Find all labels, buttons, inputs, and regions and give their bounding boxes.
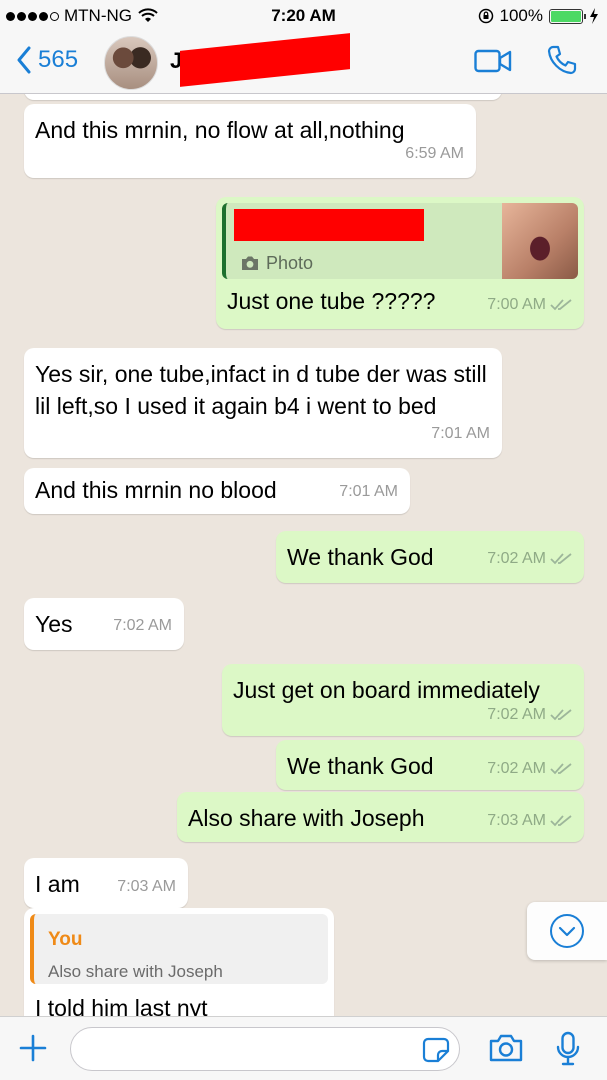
- back-button[interactable]: 565: [16, 46, 78, 74]
- chat-area[interactable]: And this mrnin, no flow at all,nothing 6…: [0, 94, 607, 1016]
- message-meta: 7:00 AM: [487, 289, 572, 321]
- message-meta: 7:02 AM: [487, 699, 572, 731]
- avatar[interactable]: [104, 36, 158, 90]
- phone-icon: [547, 45, 577, 75]
- message-meta: 7:01 AM: [431, 418, 490, 450]
- attach-button[interactable]: [18, 1033, 48, 1068]
- message-bubble[interactable]: Photo Just one tube ????? 7:00 AM: [216, 197, 584, 329]
- camera-icon: [242, 256, 258, 270]
- photo-thumbnail[interactable]: [502, 203, 578, 279]
- plus-icon: [19, 1034, 47, 1062]
- quoted-photo[interactable]: Photo: [222, 203, 578, 279]
- previous-media-bubble[interactable]: [24, 94, 502, 100]
- message-text: I told him last nyt: [35, 995, 208, 1016]
- message-bubble[interactable]: We thank God 7:02 AM: [276, 531, 584, 583]
- chevron-left-icon: [17, 46, 31, 74]
- orientation-lock-icon: [478, 8, 493, 24]
- photo-label: Photo: [240, 247, 313, 279]
- message-time: 6:59 AM: [405, 145, 464, 162]
- scroll-to-bottom-button[interactable]: [527, 902, 607, 960]
- message-time: 7:00 AM: [487, 296, 546, 313]
- message-bubble[interactable]: Just get on board immediately 7:02 AM: [222, 664, 584, 736]
- quote-text: Also share with Joseph: [48, 962, 223, 981]
- video-camera-icon: [474, 49, 512, 73]
- charging-bolt-icon: [590, 8, 598, 24]
- message-bubble[interactable]: Yes 7:02 AM: [24, 598, 184, 650]
- message-meta: 6:59 AM: [405, 138, 464, 170]
- message-text: Yes sir, one tube,infact in d tube der w…: [35, 361, 487, 419]
- composer-bar: [0, 1016, 607, 1080]
- message-meta: 7:02 AM: [113, 610, 172, 642]
- microphone-icon: [556, 1031, 580, 1066]
- quote-author-redaction: [234, 209, 424, 241]
- battery-percent: 100%: [499, 6, 543, 25]
- message-bubble[interactable]: We thank God 7:02 AM: [276, 740, 584, 790]
- quote-author: You: [48, 929, 83, 950]
- read-ticks-icon: [550, 815, 572, 827]
- message-text: Just one tube ?????: [227, 288, 436, 314]
- message-meta: 7:01 AM: [339, 476, 398, 508]
- voice-message-button[interactable]: [555, 1031, 581, 1072]
- message-time: 7:02 AM: [487, 706, 546, 723]
- voice-call-button[interactable]: [546, 44, 578, 81]
- message-time: 7:02 AM: [487, 550, 546, 567]
- message-text: And this mrnin, no flow at all,nothing: [35, 117, 405, 143]
- message-bubble[interactable]: You Also share with Joseph I told him la…: [24, 908, 334, 1016]
- message-input[interactable]: [70, 1027, 460, 1071]
- video-call-button[interactable]: [474, 48, 512, 79]
- message-bubble[interactable]: I am 7:03 AM: [24, 858, 188, 908]
- message-time: 7:03 AM: [117, 878, 176, 895]
- read-ticks-icon: [550, 709, 572, 721]
- read-ticks-icon: [550, 299, 572, 311]
- name-redaction: [180, 33, 350, 87]
- message-time: 7:01 AM: [339, 483, 398, 500]
- message-meta: 7:02 AM: [487, 753, 572, 785]
- message-bubble[interactable]: Also share with Joseph 7:03 AM: [177, 792, 584, 842]
- message-meta: 7:03 AM: [117, 871, 176, 903]
- message-time: 7:02 AM: [487, 760, 546, 777]
- camera-button[interactable]: [488, 1033, 524, 1068]
- message-time: 7:01 AM: [431, 425, 490, 442]
- chat-header: 565 Jo: [0, 32, 607, 94]
- message-meta: 7:03 AM: [487, 805, 572, 837]
- message-meta: 7:02 AM: [487, 543, 572, 575]
- message-bubble[interactable]: And this mrnin, no flow at all,nothing 6…: [24, 104, 476, 178]
- unread-count: 565: [38, 46, 79, 73]
- message-bubble[interactable]: And this mrnin no blood 7:01 AM: [24, 468, 410, 514]
- status-right: 100%: [478, 6, 599, 26]
- battery-icon: [549, 8, 586, 24]
- message-time: 7:03 AM: [487, 812, 546, 829]
- camera-icon: [489, 1034, 523, 1062]
- read-ticks-icon: [550, 553, 572, 565]
- sticker-icon: [422, 1037, 450, 1063]
- chevron-down-circle-icon: [550, 914, 584, 948]
- message-bubble[interactable]: Yes sir, one tube,infact in d tube der w…: [24, 348, 502, 458]
- message-time: 7:02 AM: [113, 617, 172, 634]
- sticker-button[interactable]: [422, 1037, 450, 1068]
- read-ticks-icon: [550, 763, 572, 775]
- quoted-message[interactable]: You Also share with Joseph: [30, 914, 328, 984]
- status-bar: MTN-NG 7:20 AM 100%: [0, 0, 607, 32]
